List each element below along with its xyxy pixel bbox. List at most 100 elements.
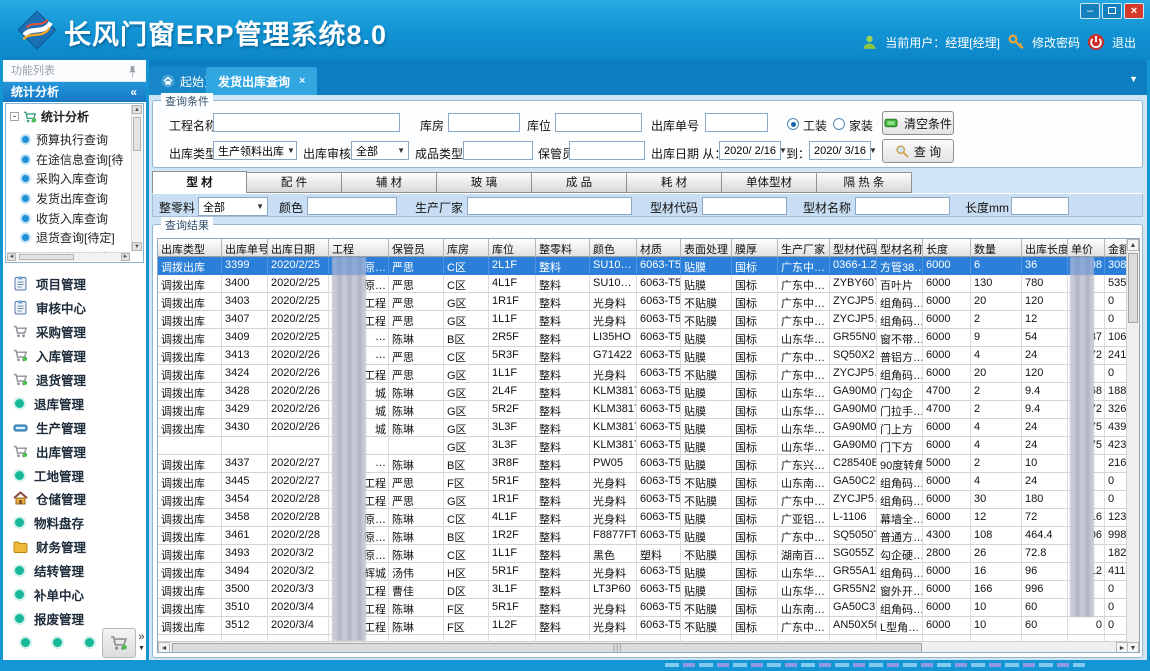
tree-vertical-scrollbar[interactable]: ▲ ▼: [131, 105, 142, 251]
order-no-input[interactable]: [705, 113, 768, 132]
table-row[interactable]: 调拨出库34372020/2/27佛…陈琳B区3R8F整料PW056063-T5…: [158, 455, 1128, 473]
tree-root-statistics[interactable]: - 统计分析: [10, 108, 89, 125]
date-to-picker[interactable]: 2020/ 3/16▼: [809, 141, 871, 160]
tree-item[interactable]: 采购入库查询: [20, 169, 130, 189]
sidebar-item[interactable]: 审核中心: [3, 296, 146, 320]
footer-cart-button[interactable]: [102, 628, 136, 658]
table-row[interactable]: 调拨出库35102020/3/4工共工程陈琳F区5R1F整料光身料6063-T5…: [158, 599, 1128, 617]
material-tab[interactable]: 成 品: [532, 172, 627, 193]
profile-name-input[interactable]: [855, 197, 950, 215]
sidebar-item[interactable]: 仓储管理: [3, 487, 146, 511]
clear-conditions-button[interactable]: 清空条件: [882, 111, 954, 135]
location-input[interactable]: [555, 113, 642, 132]
table-row[interactable]: 调拨出库33992020/2/25华原…严思C区2L1F整料SU10…6063-…: [158, 257, 1128, 275]
sidebar-item[interactable]: 财务管理: [3, 535, 146, 559]
color-input[interactable]: [307, 197, 397, 215]
tree-item[interactable]: 在途信息查询[待: [20, 150, 130, 170]
pin-icon[interactable]: [128, 65, 137, 78]
logout-link[interactable]: 退出: [1112, 34, 1136, 51]
table-row[interactable]: 调拨出库34942020/3/2石辉城汤伟H区5R1F整料光身料6063-T5贴…: [158, 563, 1128, 581]
column-header[interactable]: 表面处理: [681, 239, 732, 257]
tree-expander-icon[interactable]: -: [10, 112, 19, 121]
sidebar-item[interactable]: 退库管理: [3, 391, 146, 415]
table-row[interactable]: 调拨出库34932020/3/2华原…陈琳C区1L1F整料黑色塑料不贴膜国标湖南…: [158, 545, 1128, 563]
sidebar-item[interactable]: 项目管理: [3, 272, 146, 296]
radio-jiazhuang[interactable]: [833, 118, 845, 130]
sidebar-item[interactable]: 退货管理: [3, 368, 146, 392]
sidebar-item[interactable]: 采购管理: [3, 320, 146, 344]
column-header[interactable]: 数量: [971, 239, 1022, 257]
collapse-icon[interactable]: «: [130, 82, 137, 102]
table-row[interactable]: 调拨出库35122020/3/4工共工程陈琳F区1L2F整料光身料6063-T5…: [158, 617, 1128, 635]
grid-horizontal-scrollbar[interactable]: ◄ ||| ►: [158, 641, 1128, 653]
column-header[interactable]: 库房: [444, 239, 489, 257]
table-row[interactable]: 调拨出库34302020/2/26石城陈琳G区3L3F整料KLM38176063…: [158, 419, 1128, 437]
table-row[interactable]: 调拨出库34072020/2/25工工程严思G区1L1F整料光身料6063-T5…: [158, 311, 1128, 329]
material-tab[interactable]: 玻 璃: [437, 172, 532, 193]
profile-code-input[interactable]: [702, 197, 787, 215]
tab-close-icon[interactable]: ×: [299, 75, 305, 87]
footer-dot-icon[interactable]: [19, 636, 32, 649]
column-header[interactable]: 颜色: [590, 239, 637, 257]
maximize-button[interactable]: [1102, 3, 1122, 19]
tab-shipment-outbound-query[interactable]: 发货出库查询×: [206, 67, 317, 95]
product-type-input[interactable]: [463, 141, 533, 160]
column-header[interactable]: 出库单号: [222, 239, 268, 257]
table-row[interactable]: G区3L3F整料KLM38176063-T5贴膜国标山东华…GA90M09…门下…: [158, 437, 1128, 455]
section-statistics[interactable]: 统计分析 «: [3, 82, 146, 102]
minimize-button[interactable]: –: [1080, 3, 1100, 19]
column-header[interactable]: 金额: [1105, 239, 1128, 257]
table-row[interactable]: 调拨出库34242020/2/26工工程严思G区1L1F整料光身料6063-T5…: [158, 365, 1128, 383]
table-row[interactable]: 调拨出库34002020/2/25华原…严思C区4L1F整料SU10…6063-…: [158, 275, 1128, 293]
table-row[interactable]: 调拨出库34452020/2/27工共工程严思F区5R1F整料光身料6063-T…: [158, 473, 1128, 491]
grid-vertical-scrollbar[interactable]: ▲ ▼: [1126, 239, 1139, 653]
footer-dot-icon[interactable]: [51, 636, 64, 649]
sidebar-item[interactable]: 出库管理: [3, 439, 146, 463]
table-row[interactable]: 调拨出库34612020/2/28华原…陈琳B区1R2F整料F8877FT606…: [158, 527, 1128, 545]
table-row[interactable]: 调拨出库34032020/2/25工工程严思G区1R1F整料光身料6063-T5…: [158, 293, 1128, 311]
column-header[interactable]: 型材代码: [830, 239, 877, 257]
column-header[interactable]: 生产厂家: [778, 239, 830, 257]
column-header[interactable]: 出库类型: [158, 239, 222, 257]
table-row[interactable]: 调拨出库34132020/2/26南…严思C区5R3F整料G714226063-…: [158, 347, 1128, 365]
sidebar-item[interactable]: 结转管理: [3, 559, 146, 583]
column-header[interactable]: 单价: [1068, 239, 1105, 257]
project-name-input[interactable]: [213, 113, 400, 132]
footer-dot-icon[interactable]: [83, 636, 96, 649]
sidebar-item[interactable]: 入库管理: [3, 344, 146, 368]
keeper-input[interactable]: [569, 141, 645, 160]
table-row[interactable]: 调拨出库34092020/2/25长…陈琳B区2R5F整料LI35HO6063-…: [158, 329, 1128, 347]
tab-overflow-icon[interactable]: ▼: [1126, 74, 1141, 84]
column-header[interactable]: 整零料: [536, 239, 590, 257]
sidebar-item[interactable]: 物料盘存: [3, 511, 146, 535]
tree-item[interactable]: 收货入库查询: [20, 208, 130, 228]
column-header[interactable]: 型材名称: [877, 239, 923, 257]
material-tab[interactable]: 耗 材: [627, 172, 722, 193]
maker-input[interactable]: [467, 197, 632, 215]
tree-horizontal-scrollbar[interactable]: ◄ ►: [7, 252, 130, 261]
sidebar-item[interactable]: 补单中心: [3, 583, 146, 607]
material-tab[interactable]: 辅 材: [342, 172, 437, 193]
whole-part-select[interactable]: 全部▼: [198, 197, 268, 216]
column-header[interactable]: 材质: [637, 239, 681, 257]
tree-item[interactable]: 预算执行查询: [20, 130, 130, 150]
table-row[interactable]: 调拨出库34542020/2/28工共工程严思G区1R1F整料光身料6063-T…: [158, 491, 1128, 509]
material-tab[interactable]: 隔 热 条: [817, 172, 912, 193]
out-type-select[interactable]: 生产领料出库▼: [213, 141, 297, 160]
table-row[interactable]: 调拨出库34292020/2/26石城陈琳G区5R2F整料KLM38176063…: [158, 401, 1128, 419]
table-row[interactable]: 调拨出库34282020/2/26石城陈琳G区2L4F整料KLM38176063…: [158, 383, 1128, 401]
table-row[interactable]: 调拨出库34582020/2/28华原…陈琳C区4L1F整料光身料6063-T5…: [158, 509, 1128, 527]
column-header[interactable]: 出库长度: [1022, 239, 1068, 257]
date-from-picker[interactable]: 2020/ 2/16▼: [719, 141, 781, 160]
column-header[interactable]: 出库日期: [268, 239, 329, 257]
sidebar-item[interactable]: 生产管理: [3, 415, 146, 439]
warehouse-input[interactable]: [448, 113, 520, 132]
search-button[interactable]: 查 询: [882, 139, 954, 163]
radio-gongzhuang[interactable]: [787, 118, 799, 130]
sidebar-item[interactable]: 报废管理: [3, 606, 146, 630]
material-tab[interactable]: 单体型材: [722, 172, 817, 193]
tree-item[interactable]: 发货出库查询: [20, 189, 130, 209]
table-row[interactable]: 调拨出库35002020/3/3工共工程曹佳D区3L1F整料LT3P606063…: [158, 581, 1128, 599]
column-header[interactable]: 库位: [489, 239, 536, 257]
close-button[interactable]: ×: [1124, 3, 1144, 19]
